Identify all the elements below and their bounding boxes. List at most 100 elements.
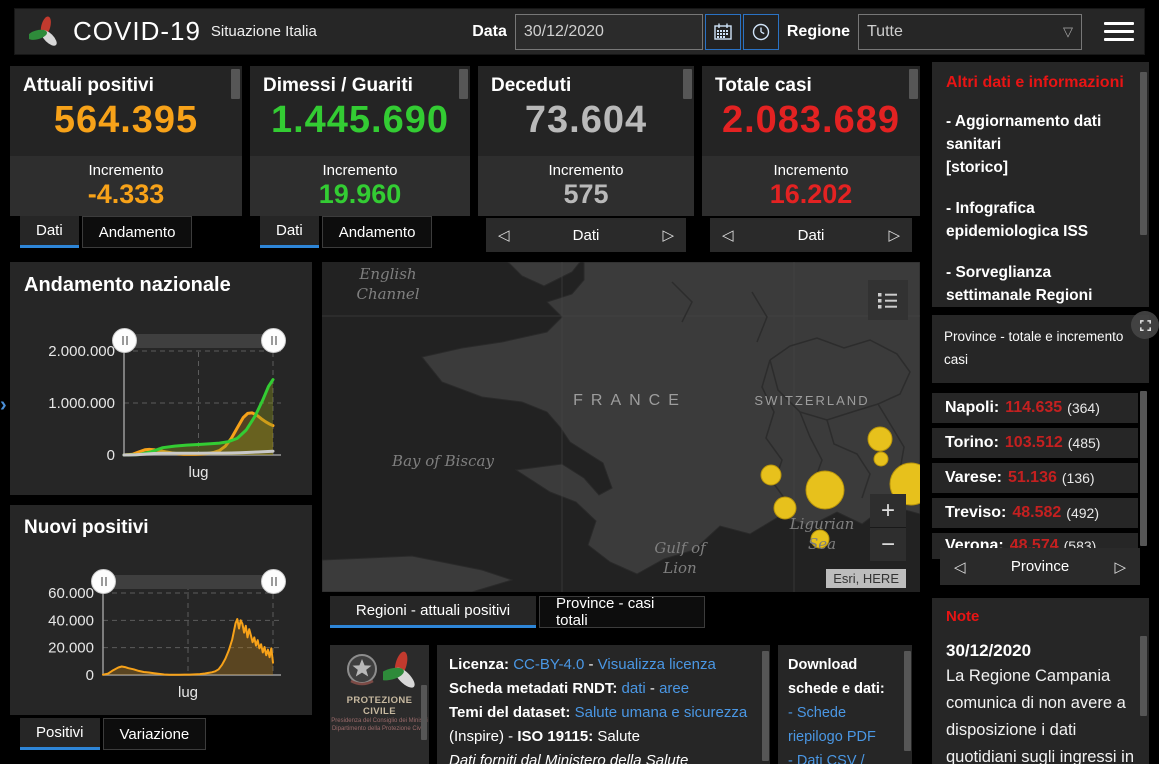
dati-csv-json-link[interactable]: - Dati CSV / JSON [788, 749, 902, 764]
svg-text:lug: lug [188, 464, 208, 481]
tab-positivi[interactable]: Positivi [20, 718, 100, 750]
date-label: Data [472, 22, 507, 40]
tab-andamento[interactable]: Andamento [81, 216, 193, 248]
app-title: COVID-19 [73, 16, 201, 46]
license-line-3: Temi del dataset: Salute umana e sicurez… [449, 704, 748, 721]
header-bar: COVID-19 Situazione Italia Data 30/12/20… [14, 8, 1145, 55]
map-bubble[interactable] [773, 496, 797, 520]
scrollbar-thumb[interactable] [683, 69, 692, 99]
time-range-slider[interactable] [103, 575, 273, 589]
map-bubble[interactable] [805, 470, 845, 510]
increment-value: 16.202 [769, 179, 853, 209]
scrollbar-thumb[interactable] [904, 651, 911, 751]
note-date: 30/12/2020 [946, 641, 1032, 660]
province-row[interactable]: Varese: 51.136 (136) [932, 463, 1138, 493]
card-pager: ◁ Dati ▷ [486, 218, 686, 252]
salute-umana-link[interactable]: Salute umana e sicurezza [575, 704, 748, 721]
legend-icon [878, 292, 897, 308]
app-subtitle: Situazione Italia [210, 23, 317, 40]
increment-value: -4.333 [87, 179, 165, 209]
calendar-button[interactable] [704, 13, 741, 50]
time-range-slider[interactable] [124, 334, 273, 348]
zoom-in-button[interactable]: + [870, 494, 906, 527]
province-row[interactable]: Treviso: 48.582 (492) [932, 498, 1138, 528]
scrollbar-thumb[interactable] [909, 69, 918, 99]
pager-next-icon[interactable]: ▷ [662, 226, 674, 244]
svg-text:20.000: 20.000 [48, 640, 94, 657]
national-trend-chart[interactable]: 0 1.000.000 2.000.000 lug [10, 262, 312, 495]
scrollbar-thumb[interactable] [762, 651, 769, 761]
tab-variazione[interactable]: Variazione [102, 718, 207, 750]
panel-expander-chevron[interactable]: › [0, 394, 7, 417]
province-panel-title: Province - totale e incremento casi [932, 315, 1149, 383]
svg-text:1.000.000: 1.000.000 [48, 395, 115, 412]
date-input[interactable] [514, 13, 703, 50]
note-panel: Note 30/12/2020 La Regione Campania comu… [932, 598, 1149, 764]
legend-button[interactable] [868, 280, 908, 320]
map-bubble[interactable] [873, 451, 889, 467]
pager-next-icon[interactable]: ▷ [888, 226, 900, 244]
note-title: Note [946, 608, 980, 625]
slider-handle-right[interactable] [261, 569, 286, 594]
pager-prev-icon[interactable]: ◁ [498, 226, 510, 244]
tab-dati[interactable]: Dati [260, 216, 319, 248]
logo-subtitle-2: Dipartimento della Protezione Civile [331, 726, 428, 732]
tab-province-casi-totali[interactable]: Province - casi totali [539, 595, 705, 629]
region-select[interactable]: Tutte ▽ [858, 13, 1082, 50]
expand-button[interactable] [1131, 311, 1159, 339]
map-bubble[interactable] [810, 529, 830, 549]
link-infografica-iss[interactable]: - Infografica epidemiologica ISS [946, 197, 1135, 243]
map-bubble[interactable] [867, 426, 893, 452]
pager-label: Province [1010, 558, 1070, 575]
scrollbar-thumb[interactable] [459, 69, 468, 99]
card-pager: ◁ Dati ▷ [710, 218, 912, 252]
pager-prev-icon[interactable]: ◁ [722, 226, 734, 244]
chevron-down-icon: ▽ [1063, 23, 1073, 39]
license-line-1: Licenza: CC-BY-4.0 - Visualizza licenza [449, 656, 716, 673]
cc-by-link[interactable]: CC-BY-4.0 [513, 656, 584, 673]
menu-button[interactable] [1104, 17, 1134, 46]
protezione-civile-blade-icon [382, 651, 415, 688]
card-tabs: Dati Andamento [260, 216, 433, 248]
protezione-civile-logo-box: PROTEZIONE CIVILE Presidenza del Consigl… [330, 645, 429, 764]
scrollbar-thumb[interactable] [1140, 636, 1147, 716]
scrollbar-thumb[interactable] [1140, 72, 1147, 235]
increment-value: 575 [563, 179, 609, 209]
scrollbar-thumb[interactable] [421, 685, 427, 740]
scrollbar-thumb[interactable] [1140, 391, 1147, 546]
clock-button[interactable] [742, 13, 779, 50]
province-row[interactable]: Torino: 103.512 (485) [932, 428, 1138, 458]
pager-label: Dati [572, 226, 600, 244]
schede-riepilogo-pdf-link[interactable]: - Schede riepilogo PDF [788, 701, 902, 749]
slider-handle-right[interactable] [261, 328, 286, 353]
tab-dati[interactable]: Dati [20, 216, 79, 248]
tab-regioni-attuali-positivi[interactable]: Regioni - attuali positivi [330, 596, 536, 628]
map-canvas[interactable]: English Channel FRANCE SWITZERLAND Bay of B… [322, 262, 920, 592]
region-select-value: Tutte [867, 22, 903, 40]
stat-card-attuali-positivi: Attuali positivi 564.395 Incremento -4.3… [10, 66, 242, 216]
trend-chart-panel: Andamento nazionale 0 1.000.000 2.000.000 l… [10, 262, 312, 495]
aree-link[interactable]: aree [659, 680, 689, 697]
tab-andamento[interactable]: Andamento [321, 216, 433, 248]
pager-prev-icon[interactable]: ◁ [954, 558, 966, 576]
slider-handle-left[interactable] [112, 328, 137, 353]
province-row[interactable]: Napoli: 114.635 (364) [932, 393, 1138, 423]
pager-next-icon[interactable]: ▷ [1114, 558, 1126, 576]
dashboard-root: COVID-19 Situazione Italia Data 30/12/20… [0, 0, 1159, 764]
expand-icon [1139, 319, 1151, 331]
new-cases-chart[interactable]: 0 20.000 40.000 60.000 lug [10, 505, 312, 715]
slider-handle-left[interactable] [91, 569, 116, 594]
license-info-box: Licenza: CC-BY-4.0 - Visualizza licenza … [437, 645, 770, 764]
dati-link[interactable]: dati [622, 680, 646, 697]
link-sorveglianza-regioni[interactable]: - Sorveglianza settimanale Regioni [946, 261, 1135, 307]
other-data-title: Altri dati e informazioni [946, 74, 1124, 91]
visualizza-licenza-link[interactable]: Visualizza licenza [598, 656, 716, 673]
note-text: La Regione Campania comunica di non aver… [946, 667, 1135, 764]
scrollbar-thumb[interactable] [231, 69, 240, 99]
zoom-out-button[interactable]: − [870, 527, 906, 561]
stat-card-deceduti: Deceduti 73.604 Incremento 575 [478, 66, 694, 216]
map-bubble[interactable] [760, 464, 782, 486]
card-value: 1.445.690 [270, 99, 450, 141]
link-aggiornamento-dati-sanitari[interactable]: - Aggiornamento dati sanitari [storico] [946, 110, 1135, 179]
logo-title: PROTEZIONE CIVILE [346, 695, 413, 717]
